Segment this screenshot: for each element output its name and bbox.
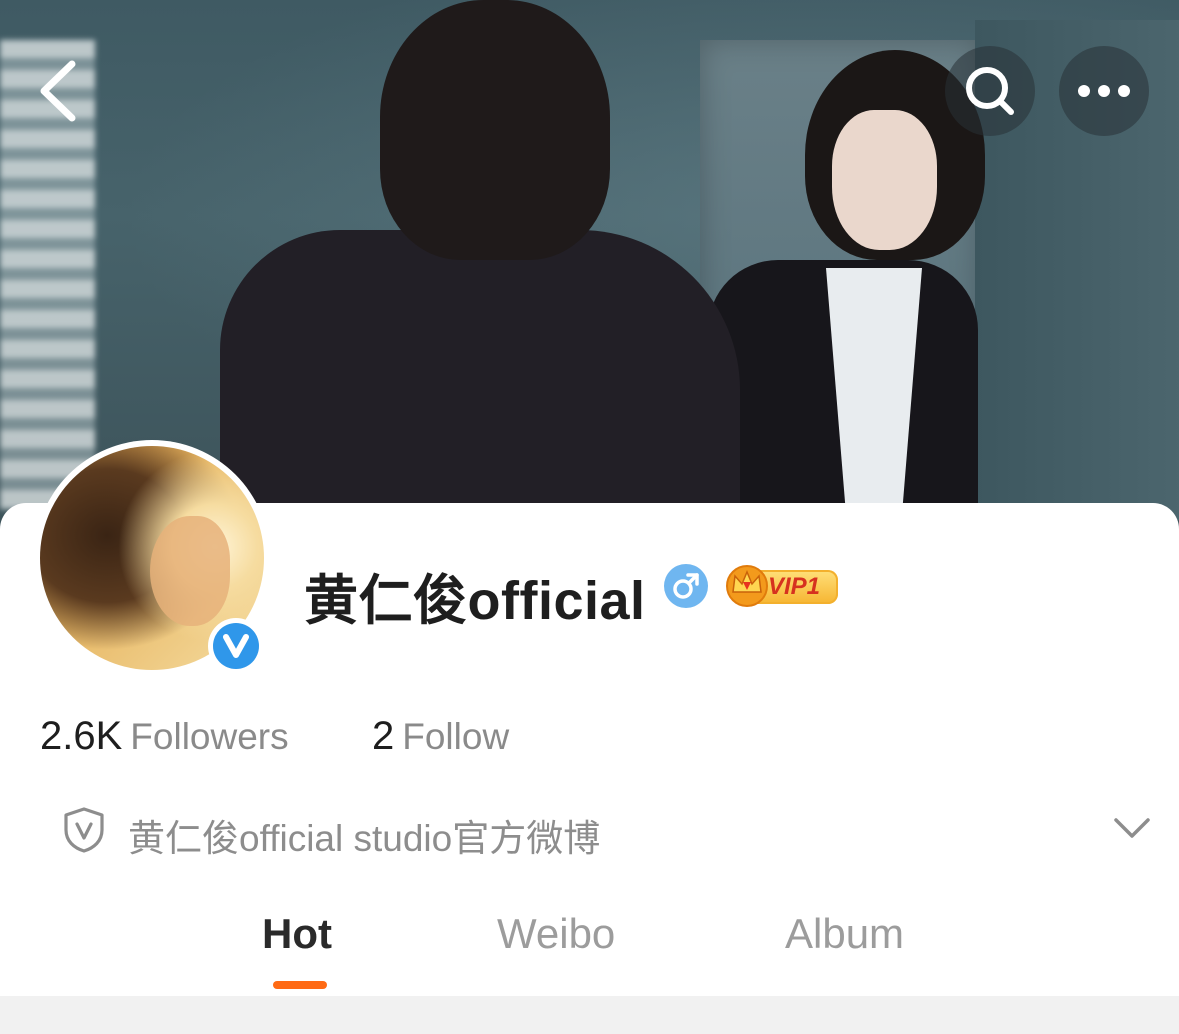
crown-icon [726, 565, 768, 607]
more-button[interactable] [1059, 46, 1149, 136]
verified-badge [208, 618, 264, 674]
verification-row[interactable]: 黄仁俊official studio官方微博 [62, 800, 1152, 860]
verified-v-icon [213, 623, 259, 669]
vip-level-label: VIP1 [768, 573, 821, 600]
content-divider [0, 996, 1179, 1034]
avatar-face [150, 516, 230, 626]
tab-weibo[interactable]: Weibo [497, 910, 615, 958]
more-horizontal-icon [1078, 85, 1130, 97]
back-button[interactable] [28, 58, 88, 124]
following-count: 2 [372, 714, 395, 758]
following-stat[interactable]: 2 Follow [372, 714, 509, 759]
cover-figure-head [380, 0, 610, 260]
cover-figure-back [220, 230, 740, 540]
active-tab-indicator [273, 981, 327, 989]
followers-count: 2.6K [40, 714, 123, 758]
search-icon [966, 67, 1014, 115]
search-button[interactable] [945, 46, 1035, 136]
followers-label: Followers [130, 716, 289, 757]
vip-badge[interactable]: VIP1 [724, 562, 840, 608]
profile-tabs: Hot Weibo Album [0, 900, 1179, 996]
profile-name: 黄仁俊official [304, 571, 646, 631]
followers-stat[interactable]: 2.6K Followers [40, 714, 289, 759]
following-label: Follow [402, 716, 510, 757]
verification-text: 黄仁俊official studio官方微博 [128, 818, 601, 859]
cover-reflection-face [832, 110, 937, 250]
chevron-left-icon [40, 60, 76, 122]
tab-album[interactable]: Album [785, 910, 904, 958]
tab-hot[interactable]: Hot [262, 910, 332, 958]
male-icon [664, 564, 708, 608]
chevron-down-icon[interactable] [1112, 814, 1152, 842]
shield-v-icon [64, 807, 104, 853]
